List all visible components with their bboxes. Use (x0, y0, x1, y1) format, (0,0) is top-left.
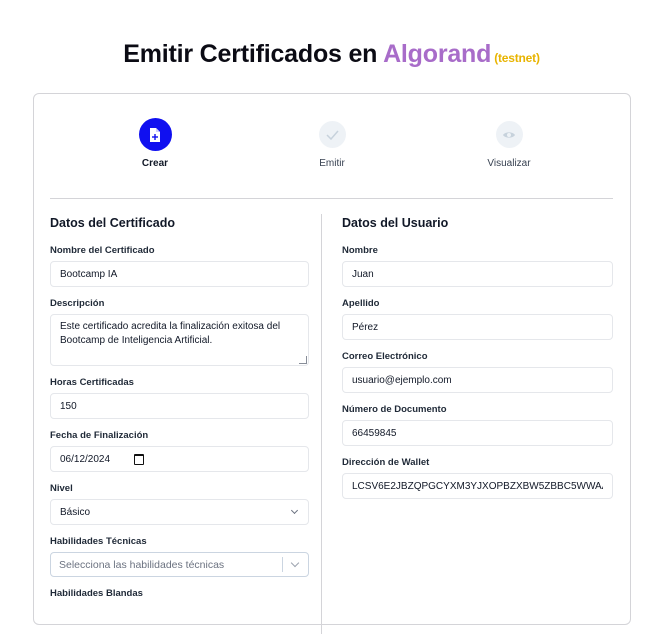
document-number-input[interactable] (342, 420, 613, 446)
field-wallet: Dirección de Wallet (342, 457, 613, 499)
field-description: Descripción Este certificado acredita la… (50, 298, 309, 366)
field-label: Habilidades Blandas (50, 588, 143, 599)
completion-date-input[interactable] (50, 446, 309, 472)
column-divider (321, 214, 322, 634)
section-title: Datos del Usuario (342, 216, 449, 230)
field-date: Fecha de Finalización (50, 430, 309, 472)
resize-handle-icon[interactable] (299, 356, 307, 364)
field-label: Apellido (342, 298, 380, 309)
field-certificate-name: Nombre del Certificado (50, 245, 309, 287)
first-name-input[interactable] (342, 261, 613, 287)
hours-input[interactable] (50, 393, 309, 419)
field-label: Habilidades Técnicas (50, 536, 147, 547)
calendar-icon[interactable] (134, 454, 144, 465)
description-wrapper: Este certificado acredita la finalizació… (50, 314, 309, 366)
field-label: Nombre del Certificado (50, 245, 155, 256)
field-level: Nivel (50, 483, 309, 525)
field-label: Nombre (342, 245, 378, 256)
stepper: Crear Emitir Visualizar (34, 94, 630, 199)
page-title: Emitir Certificados en Algorand (testnet) (0, 40, 663, 69)
description-textarea[interactable]: Este certificado acredita la finalizació… (50, 314, 309, 366)
date-wrapper (50, 446, 309, 472)
section-title: Datos del Certificado (50, 216, 176, 230)
field-label: Correo Electrónico (342, 351, 428, 362)
step-label: Crear (141, 158, 169, 169)
field-hours: Horas Certificadas (50, 377, 309, 419)
field-label: Descripción (50, 298, 105, 309)
step-crear[interactable]: Crear (95, 118, 215, 169)
field-label: Fecha de Finalización (50, 430, 149, 441)
field-email: Correo Electrónico (342, 351, 613, 393)
certificate-name-input[interactable] (50, 261, 309, 287)
page-title-brand: Algorand (383, 40, 492, 68)
step-visualizar[interactable]: Visualizar (449, 118, 569, 169)
level-select[interactable] (50, 499, 309, 525)
field-label: Dirección de Wallet (342, 457, 430, 468)
field-last-name: Apellido (342, 298, 613, 340)
indicator-separator (282, 557, 283, 572)
stepper-divider (50, 198, 613, 199)
page-title-main: Emitir Certificados en (123, 40, 378, 68)
tech-skills-multiselect[interactable]: Selecciona las habilidades técnicas (50, 552, 309, 577)
field-document-number: Número de Documento (342, 404, 613, 446)
email-input[interactable] (342, 367, 613, 393)
chevron-down-icon[interactable] (290, 558, 300, 568)
field-label: Horas Certificadas (50, 377, 134, 388)
certificate-form-card: Crear Emitir Visualizar Datos del Certif… (33, 93, 631, 634)
multiselect-placeholder: Selecciona las habilidades técnicas (59, 558, 225, 571)
field-label: Número de Documento (342, 404, 447, 415)
last-name-input[interactable] (342, 314, 613, 340)
field-label: Nivel (50, 483, 73, 494)
step-label: Emitir (319, 158, 345, 169)
field-first-name: Nombre (342, 245, 613, 287)
certificate-section: Datos del Certificado Nombre del Certifi… (50, 216, 309, 610)
wallet-address-input[interactable] (342, 473, 613, 499)
level-select-wrapper (50, 499, 309, 525)
user-section: Datos del Usuario Nombre Apellido Correo… (342, 216, 613, 510)
step-emitir[interactable]: Emitir (272, 118, 392, 169)
field-soft-skills: Habilidades Blandas (50, 588, 309, 599)
step-label: Visualizar (487, 158, 531, 169)
field-tech-skills: Habilidades Técnicas Selecciona las habi… (50, 536, 309, 577)
document-plus-icon (138, 118, 172, 151)
network-badge: (testnet) (494, 51, 540, 65)
eye-icon (495, 121, 523, 148)
check-icon (318, 121, 346, 148)
